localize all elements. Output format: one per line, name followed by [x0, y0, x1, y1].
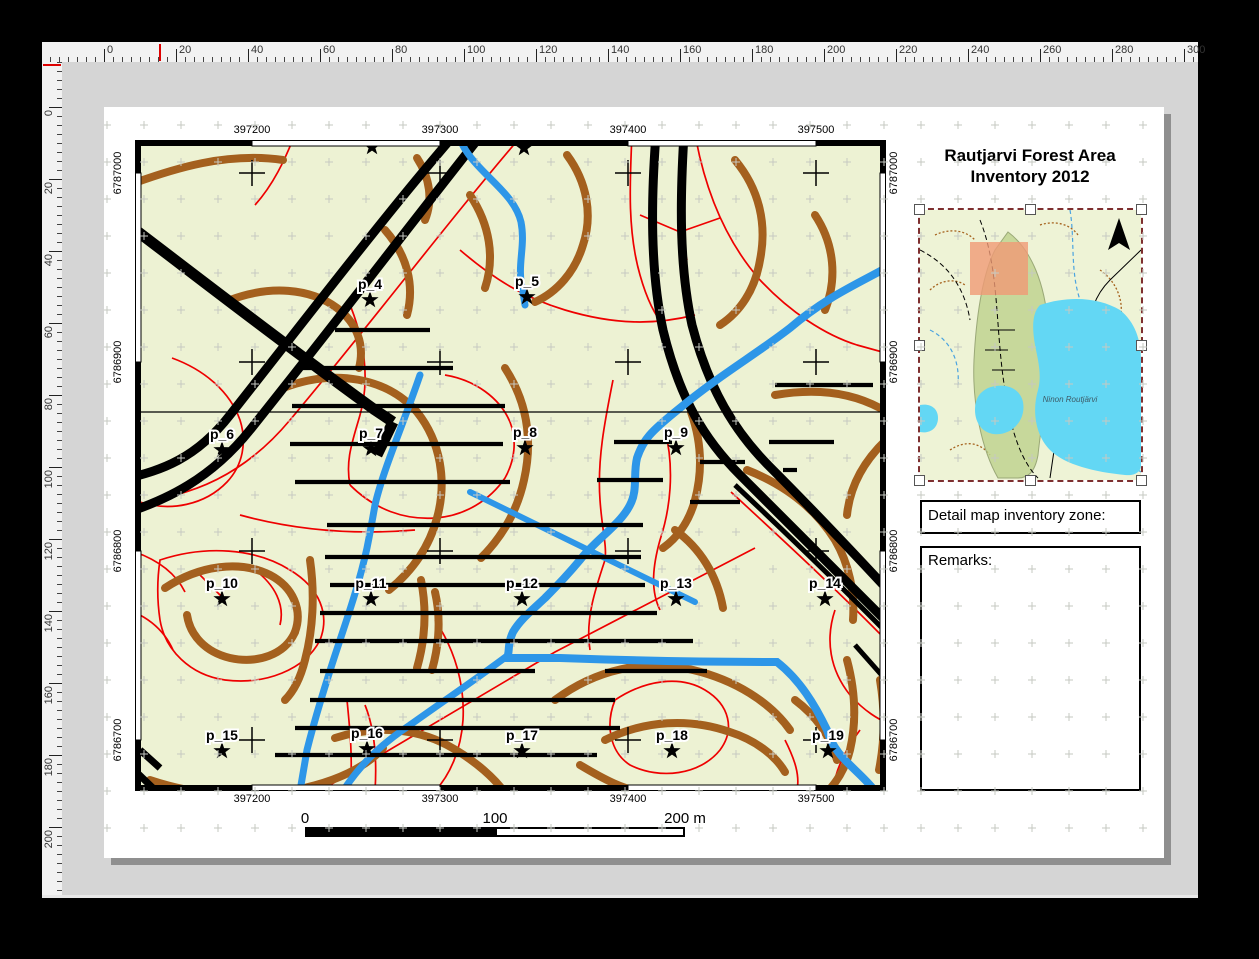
- map-coordinate-label: 397500: [798, 793, 835, 805]
- map-coordinate-label: 397400: [610, 124, 647, 136]
- detail-zone-label-item[interactable]: Detail map inventory zone:: [920, 500, 1141, 534]
- ruler-top-number: 260: [1043, 44, 1061, 56]
- ruler-top-number: 80: [395, 44, 407, 56]
- ruler-left-number: 20: [43, 182, 55, 194]
- map-coordinate-label: 6786800: [112, 530, 124, 573]
- detail-zone-label-text: Detail map inventory zone:: [928, 507, 1106, 524]
- layout-canvas[interactable]: p_4 p_5 p_6 p_7 p_8 p_9 p_10 p_11 p_12 p_13 p_14 p_…: [62, 62, 1198, 895]
- overview-map-item[interactable]: Ninon Routjärvi: [920, 210, 1141, 480]
- paper-sheet[interactable]: p_4 p_5 p_6 p_7 p_8 p_9 p_10 p_11 p_12 p_13 p_14 p_…: [104, 107, 1164, 858]
- ruler-left-number: 180: [43, 758, 55, 776]
- ruler-top-number: 220: [899, 44, 917, 56]
- overview-extent-indicator: [970, 242, 1028, 295]
- ruler-cursor-marker-vertical: [43, 64, 61, 66]
- title-line-2: Inventory 2012: [898, 166, 1162, 187]
- scalebar-number: 100: [482, 810, 507, 827]
- ruler-top-number: 240: [971, 44, 989, 56]
- ruler-top-number: 160: [683, 44, 701, 56]
- plot-label: p_6: [210, 426, 234, 442]
- map-coordinate-label: 397200: [234, 124, 271, 136]
- ruler-top-number: 140: [611, 44, 629, 56]
- plot-label: p_12: [506, 575, 538, 591]
- plot-label: p_11: [355, 575, 386, 591]
- ruler-top-number: 200: [827, 44, 845, 56]
- plot-label: p_18: [656, 727, 688, 743]
- overview-lake-large: [1033, 299, 1141, 475]
- map-coordinate-label: 397200: [234, 793, 271, 805]
- layout-title[interactable]: Rautjarvi Forest Area Inventory 2012: [898, 145, 1162, 187]
- selection-handle-se[interactable]: [1136, 475, 1147, 486]
- ruler-left-number: 160: [43, 686, 55, 704]
- plot-label: p_13: [660, 575, 692, 591]
- overview-map-canvas: Ninon Routjärvi: [920, 210, 1141, 480]
- ruler-vertical: 0 20 40 60 80 100 120 140 160 180 200: [42, 62, 63, 895]
- selection-handle-ne[interactable]: [1136, 204, 1147, 215]
- ruler-top-number: 100: [467, 44, 485, 56]
- map-coordinate-label: 397300: [422, 793, 459, 805]
- selection-handle-nw[interactable]: [914, 204, 925, 215]
- ruler-top-number: 0: [107, 44, 113, 56]
- selection-handle-e[interactable]: [1136, 340, 1147, 351]
- plot-label: p_4: [358, 276, 382, 292]
- ruler-left-number: 60: [43, 326, 55, 338]
- plot-label: p_14: [809, 575, 841, 591]
- canvas-edge-strip: [42, 895, 1198, 898]
- map-coordinate-label: 397500: [798, 124, 835, 136]
- plot-label: p_15: [206, 727, 238, 743]
- remarks-label-text: Remarks:: [928, 552, 992, 569]
- selection-handle-sw[interactable]: [914, 475, 925, 486]
- ruler-top-number: 60: [323, 44, 335, 56]
- ruler-left-number: 140: [43, 614, 55, 632]
- ruler-left-number: 80: [43, 398, 55, 410]
- ruler-top-number: 40: [251, 44, 263, 56]
- selection-handle-n[interactable]: [1025, 204, 1036, 215]
- map-coordinate-label: 6786800: [888, 530, 900, 573]
- map-coordinate-label: 6787000: [112, 152, 124, 195]
- map-coordinate-label: 6786900: [888, 341, 900, 384]
- selection-handle-w[interactable]: [914, 340, 925, 351]
- plot-label: p_5: [515, 273, 539, 289]
- title-line-1: Rautjarvi Forest Area: [898, 145, 1162, 166]
- scalebar-segment-empty: [495, 827, 685, 837]
- ruler-left-number: 40: [43, 254, 55, 266]
- ruler-cursor-marker-horizontal: [159, 44, 161, 61]
- main-map-item[interactable]: p_4 p_5 p_6 p_7 p_8 p_9 p_10 p_11 p_12 p_13 p_14 p_…: [135, 140, 886, 791]
- map-coordinate-label: 6786900: [112, 341, 124, 384]
- plot-label: p_16: [351, 725, 383, 741]
- ruler-top-number: 280: [1115, 44, 1133, 56]
- ruler-top-number: 120: [539, 44, 557, 56]
- selection-handle-s[interactable]: [1025, 475, 1036, 486]
- ruler-horizontal: 0204060801001201401601802002202402602803…: [42, 42, 1198, 63]
- scalebar-segment-filled: [305, 827, 495, 837]
- plot-label: p_8: [513, 424, 537, 440]
- plot-label: p_19: [812, 727, 844, 743]
- plot-label: p_9: [664, 424, 688, 440]
- ruler-top-number: 300: [1187, 44, 1205, 56]
- plot-label: p_17: [506, 727, 538, 743]
- map-coordinate-label: 397300: [422, 124, 459, 136]
- overview-lake-label: Ninon Routjärvi: [1043, 395, 1098, 404]
- ruler-left-number: 0: [43, 110, 55, 116]
- scalebar-number: 200 m: [664, 810, 706, 827]
- ruler-left-number: 200: [43, 830, 55, 848]
- plot-label: p_7: [359, 425, 383, 441]
- ruler-left-number: 100: [43, 470, 55, 488]
- ruler-left-number: 120: [43, 542, 55, 560]
- map-coordinate-label: 6786700: [888, 719, 900, 762]
- ruler-top-number: 180: [755, 44, 773, 56]
- plot-label: p_10: [206, 575, 238, 591]
- remarks-label-item[interactable]: Remarks:: [920, 546, 1141, 791]
- map-coordinate-label: 397400: [610, 793, 647, 805]
- map-coordinate-label: 6786700: [112, 719, 124, 762]
- scalebar-number: 0: [301, 810, 309, 827]
- ruler-top-number: 20: [179, 44, 191, 56]
- main-map-canvas: p_4 p_5 p_6 p_7 p_8 p_9 p_10 p_11 p_12 p_13 p_14 p_…: [135, 140, 886, 791]
